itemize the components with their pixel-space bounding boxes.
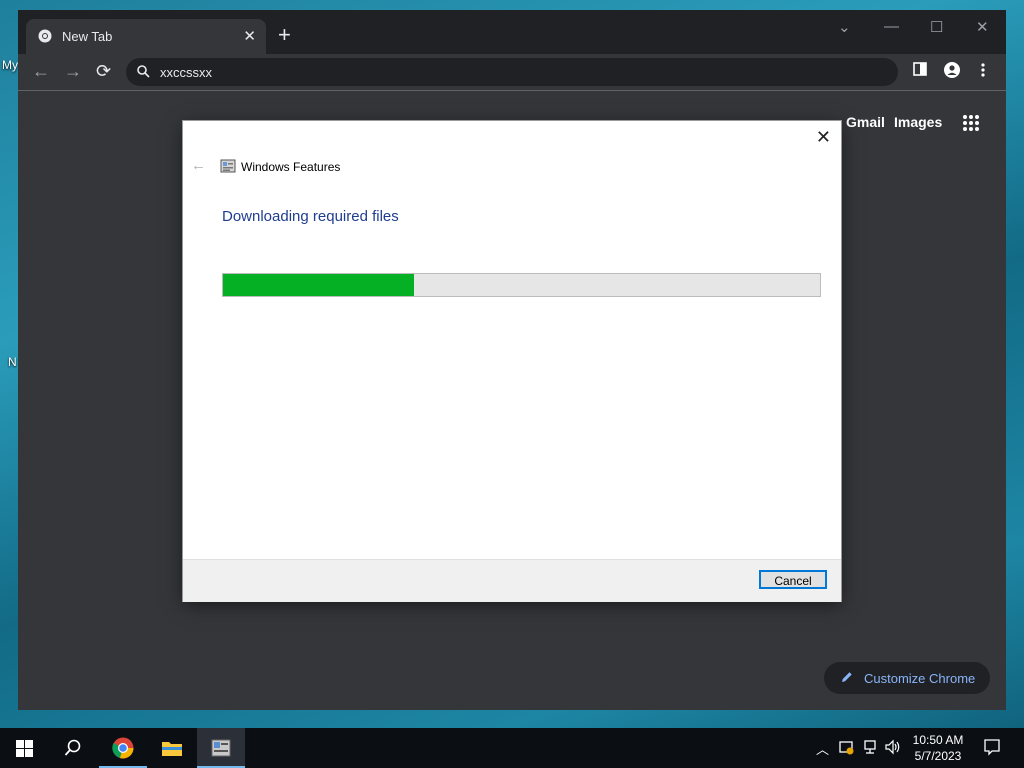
windows-features-icon (220, 158, 236, 179)
desktop-icon-label[interactable]: My (2, 58, 18, 72)
taskbar-search-button[interactable] (48, 728, 96, 768)
maximize-icon[interactable]: ☐ (930, 18, 943, 36)
clock-time: 10:50 AM (912, 733, 964, 747)
images-link[interactable]: Images (894, 114, 942, 130)
start-icon (16, 740, 33, 757)
minimize-icon[interactable]: — (884, 18, 899, 35)
taskbar-chrome[interactable] (99, 728, 147, 768)
show-hidden-icons-icon[interactable]: ︿ (816, 739, 829, 758)
back-arrow-icon[interactable]: ← (191, 157, 206, 174)
windows-update-icon[interactable] (838, 739, 854, 758)
status-heading: Downloading required files (222, 208, 399, 225)
tab-title: New Tab (62, 29, 113, 44)
taskbar: ︿ 10:50 AM 5/7/2023 (0, 728, 1024, 768)
dialog-title: Windows Features (241, 160, 341, 174)
browser-toolbar: ← → ⟳ xxccssxx (18, 54, 1006, 90)
search-icon (64, 739, 81, 756)
windows-features-dialog: ✕ ← Windows Features Downloading require… (183, 121, 841, 602)
taskbar-windows-features[interactable] (197, 728, 245, 768)
tab-new-tab[interactable]: New Tab ✕ (26, 19, 266, 54)
side-panel-icon[interactable] (913, 62, 927, 81)
chrome-tab-icon (38, 29, 52, 46)
address-bar[interactable]: xxccssxx (126, 58, 898, 86)
volume-icon[interactable] (884, 739, 902, 758)
network-icon[interactable] (862, 739, 878, 758)
taskbar-file-explorer[interactable] (148, 728, 196, 768)
customize-chrome-button[interactable]: Customize Chrome (824, 662, 990, 694)
back-icon[interactable]: ← (32, 61, 50, 82)
browser-titlebar: New Tab ✕ + ⌄ — ☐ ✕ (18, 10, 1006, 54)
start-button[interactable] (0, 728, 48, 768)
gmail-link[interactable]: Gmail (846, 114, 885, 130)
desktop-icon-label[interactable]: N (8, 355, 17, 369)
dialog-footer: Cancel (183, 559, 841, 602)
pencil-icon (840, 670, 854, 687)
tab-close-icon[interactable]: ✕ (243, 27, 256, 45)
chrome-icon (112, 737, 134, 759)
windows-features-icon (211, 739, 231, 757)
search-icon (136, 64, 150, 81)
progress-fill (223, 274, 415, 296)
forward-icon[interactable]: → (64, 61, 82, 82)
google-apps-icon[interactable] (962, 114, 980, 137)
close-window-icon[interactable]: ✕ (976, 18, 989, 36)
new-tab-icon[interactable]: + (278, 24, 291, 46)
notifications-icon[interactable] (983, 738, 1001, 759)
profile-icon[interactable] (944, 62, 960, 83)
taskbar-clock[interactable]: 10:50 AM 5/7/2023 (906, 732, 970, 764)
cancel-button[interactable]: Cancel (759, 570, 827, 589)
file-explorer-icon (162, 742, 182, 756)
toolbar-divider (18, 90, 1006, 91)
tab-search-icon[interactable]: ⌄ (838, 18, 851, 36)
address-text: xxccssxx (160, 65, 212, 80)
close-icon[interactable]: ✕ (816, 127, 831, 148)
customize-chrome-label: Customize Chrome (864, 671, 976, 686)
clock-date: 5/7/2023 (914, 749, 962, 763)
menu-icon[interactable] (980, 62, 986, 83)
download-progress-bar (222, 273, 821, 297)
reload-icon[interactable]: ⟳ (96, 61, 111, 82)
